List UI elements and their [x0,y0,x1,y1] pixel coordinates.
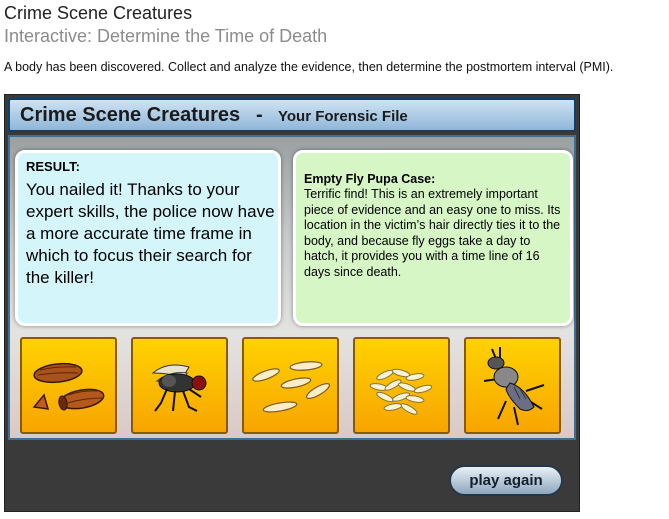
evidence-info-title: Empty Fly Pupa Case: [304,172,436,186]
evidence-card-larvae[interactable] [242,337,339,434]
evidence-card-beetle[interactable] [464,337,561,434]
result-text: You nailed it! Thanks to your expert ski… [26,180,275,287]
game-header: Crime Scene Creatures - Your Forensic Fi… [8,98,576,132]
adult-fly-icon [151,364,207,412]
game-header-title: Crime Scene Creatures [20,104,241,126]
empty-pupa-case-icon [32,362,105,411]
evidence-card-pupa-case[interactable] [20,337,117,434]
result-label: RESULT: [26,159,80,174]
page-intro: A body has been discovered. Collect and … [4,60,614,74]
page-title: Crime Scene Creatures [4,3,193,23]
result-box: RESULT: You nailed it! Thanks to your ex… [15,150,281,326]
evidence-card-adult-fly[interactable] [131,337,228,434]
evidence-card-fly-eggs[interactable] [353,337,450,434]
larvae-icon [252,361,331,413]
game-panel: Crime Scene Creatures - Your Forensic Fi… [4,94,580,512]
evidence-row [20,337,570,435]
game-header-subtitle: Your Forensic File [278,108,408,125]
fly-eggs-icon [369,368,433,415]
evidence-info-box: Empty Fly Pupa Case: Terrific find! This… [293,150,573,326]
beetle-icon [483,347,545,426]
play-again-button[interactable]: play again [449,465,563,496]
page-subtitle: Interactive: Determine the Time of Death [4,26,328,46]
game-header-separator: - [256,104,263,126]
evidence-info-text: Terrific find! This is an extremely impo… [304,187,561,279]
